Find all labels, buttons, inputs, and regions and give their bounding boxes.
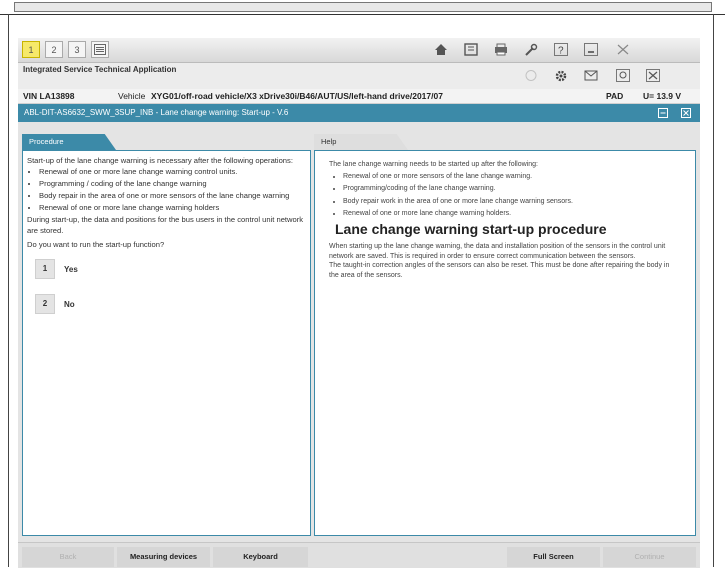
help-paragraph: The taught-in correction angles of the s… <box>329 262 670 279</box>
list-item: Renewal of one or more lane change warni… <box>343 209 681 219</box>
book-icon <box>464 43 478 56</box>
svg-text:?: ? <box>558 46 564 57</box>
frame-left-border <box>8 14 9 567</box>
disabled-icon <box>525 70 537 81</box>
home-button[interactable] <box>431 40 451 59</box>
choice-no[interactable]: 2 No <box>27 294 306 314</box>
pad-label: PAD <box>606 91 624 101</box>
help-icon: ? <box>554 43 568 56</box>
tab-strip: Procedure Help <box>18 122 700 150</box>
screen-1-label: 1 <box>28 44 34 55</box>
procedure-intro: Start-up of the lane change warning is n… <box>27 156 293 165</box>
choice-number: 2 <box>35 294 55 314</box>
list-item: Programming / coding of the lane change … <box>39 178 306 189</box>
procedure-panel: Start-up of the lane change warning is n… <box>22 150 311 536</box>
list-item: Body repair work in the area of one or m… <box>343 197 681 207</box>
workshop-button[interactable] <box>521 40 541 59</box>
procedure-title: ABL-DIT-AS6632_SWW_3SUP_INB - Lane chang… <box>24 108 289 117</box>
close-icon <box>646 69 660 82</box>
scan-icon <box>616 69 630 82</box>
list-icon <box>94 44 106 55</box>
screen-2-label: 2 <box>51 44 57 55</box>
dropdown-icon[interactable] <box>658 108 668 118</box>
vehicle-value: XYG01/off-road vehicle/X3 xDrive30i/B46/… <box>151 91 443 101</box>
list-item: Body repair in the area of one or more s… <box>39 190 306 201</box>
list-item: Renewal of one or more sensors of the la… <box>343 172 681 182</box>
app-close-button[interactable] <box>643 66 663 85</box>
tab-help[interactable]: Help <box>314 134 408 150</box>
help-paragraph: When starting up the lane change warning… <box>329 243 666 260</box>
mail-icon <box>584 70 598 81</box>
help-intro: The lane change warning needs to be star… <box>329 161 538 168</box>
scan-button[interactable] <box>613 66 633 85</box>
main-toolbar: 1 2 3 ? <box>18 38 700 63</box>
help-heading: Lane change warning start-up procedure <box>335 220 607 237</box>
choice-number: 1 <box>35 259 55 279</box>
help-panel: The lane change warning needs to be star… <box>314 150 696 536</box>
vehicle-info-bar: VIN LA13898 Vehicle XYG01/off-road vehic… <box>18 89 700 104</box>
disabled-action-button <box>521 66 541 85</box>
service-plan-button[interactable] <box>461 40 481 59</box>
keyboard-button[interactable]: Keyboard <box>213 547 308 567</box>
continue-button[interactable]: Continue <box>603 547 696 567</box>
list-view-button[interactable] <box>91 41 109 58</box>
frame-right-border <box>713 14 714 567</box>
procedure-title-bar: ABL-DIT-AS6632_SWW_3SUP_INB - Lane chang… <box>18 104 700 122</box>
minimize-button[interactable] <box>581 40 601 59</box>
print-button[interactable] <box>491 40 511 59</box>
choice-label: No <box>64 299 75 309</box>
tab-procedure[interactable]: Procedure <box>22 134 116 150</box>
close-icon <box>617 44 629 55</box>
full-screen-button[interactable]: Full Screen <box>507 547 600 567</box>
window-close-button[interactable] <box>613 40 633 59</box>
printer-icon <box>495 43 507 56</box>
procedure-operations-list: Renewal of one or more lane change warni… <box>27 166 306 213</box>
back-button[interactable]: Back <box>22 547 114 567</box>
list-item: Programming/coding of the lane change wa… <box>343 184 681 194</box>
measuring-devices-button[interactable]: Measuring devices <box>117 547 210 567</box>
vin-value: VIN LA13898 <box>23 91 75 101</box>
gear-icon <box>555 70 567 81</box>
choice-yes[interactable]: 1 Yes <box>27 259 306 279</box>
screen-2-button[interactable]: 2 <box>45 41 63 58</box>
outer-frame-inner <box>14 2 712 12</box>
voltage-value: U= 13.9 V <box>643 91 682 101</box>
minimize-icon <box>584 43 598 56</box>
procedure-note: During start-up, the data and positions … <box>27 215 304 235</box>
vehicle-label: Vehicle <box>118 91 146 101</box>
home-icon <box>435 44 447 55</box>
screen-3-button[interactable]: 3 <box>68 41 86 58</box>
screen-3-label: 3 <box>74 44 80 55</box>
help-button[interactable]: ? <box>551 40 571 59</box>
list-item: Renewal of one or more lane change warni… <box>39 202 306 213</box>
outer-frame-top <box>0 0 725 15</box>
close-icon[interactable] <box>681 108 691 118</box>
help-list: Renewal of one or more sensors of the la… <box>329 172 681 219</box>
application-titlebar: Integrated Service Technical Application <box>18 63 700 90</box>
app-title: Integrated Service Technical Application <box>23 65 177 74</box>
screen-1-button[interactable]: 1 <box>22 41 40 58</box>
messages-button[interactable] <box>581 66 601 85</box>
procedure-question: Do you want to run the start-up function… <box>27 240 165 249</box>
settings-button[interactable] <box>551 66 571 85</box>
wrench-icon <box>525 43 538 56</box>
list-item: Renewal of one or more lane change warni… <box>39 166 306 177</box>
bottom-action-bar: Back Measuring devices Keyboard Full Scr… <box>18 542 700 568</box>
choice-label: Yes <box>64 264 78 274</box>
ista-window: 1 2 3 ? Integrated Service Technical App… <box>18 38 700 568</box>
